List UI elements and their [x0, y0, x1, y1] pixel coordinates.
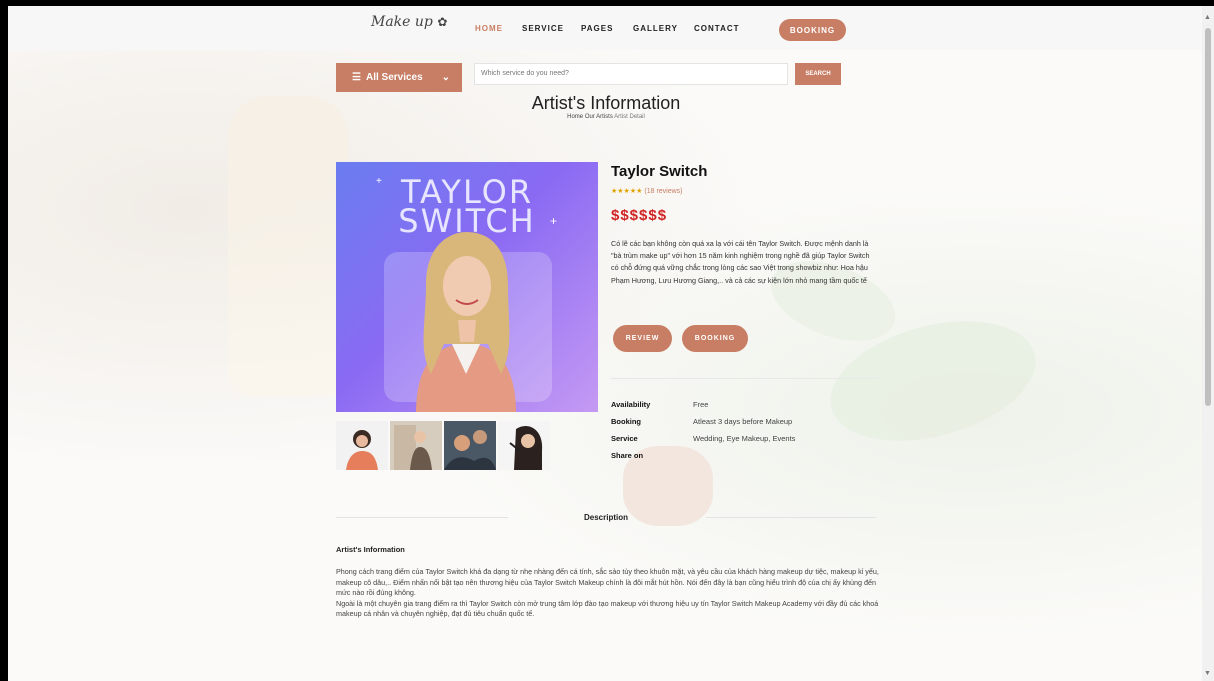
description-title: Artist's Information: [336, 545, 405, 554]
breadcrumb-artists[interactable]: Our Artists: [585, 114, 613, 120]
category-label: All Services: [365, 72, 423, 83]
thumbnail-gallery: [336, 421, 550, 470]
booking-label: Booking: [611, 417, 641, 426]
artist-summary: Có lẽ các bạn không còn quá xa lạ với cá…: [611, 239, 870, 285]
thumbnail-4[interactable]: [498, 421, 550, 470]
nav-service[interactable]: SERVICE: [522, 24, 564, 33]
scroll-down-icon[interactable]: ▼: [1204, 670, 1211, 677]
booking-button[interactable]: BOOKING: [682, 325, 748, 352]
description-paragraph-2: Ngoài là một chuyên gia trang điểm ra th…: [336, 598, 879, 619]
description-heading: Description: [583, 513, 628, 522]
thumbnail-3[interactable]: [444, 421, 496, 470]
service-label: Service: [611, 434, 638, 443]
page-title: Artist's Information: [531, 93, 681, 113]
nav-pages[interactable]: PAGES: [581, 24, 613, 33]
nav-contact[interactable]: CONTACT: [694, 24, 740, 33]
scroll-up-icon[interactable]: ▲: [1204, 14, 1211, 21]
price-level: $$$$$$: [611, 207, 668, 224]
thumbnail-1[interactable]: [336, 421, 388, 470]
search-input[interactable]: Which service do you need?: [474, 63, 788, 85]
top-navbar: Make up ✿ HOME SERVICE PAGES GALLERY CON…: [8, 6, 1202, 50]
chevron-down-icon: ⌄: [441, 72, 450, 83]
breadcrumb-current: Artist Detail: [614, 114, 645, 120]
nav-booking-button[interactable]: BOOKING: [779, 19, 846, 41]
all-services-dropdown[interactable]: ☰ All Services ⌄: [336, 63, 462, 92]
nav-home[interactable]: HOME: [475, 24, 503, 33]
divider: [611, 378, 879, 379]
scrollbar-thumb[interactable]: [1205, 28, 1211, 406]
availability-label: Availability: [611, 400, 651, 409]
nav-gallery[interactable]: GALLERY: [633, 24, 678, 33]
description-body: Phong cách trang điểm của Taylor Switch …: [336, 567, 882, 620]
rating: ★★★★★ (18 reviews): [611, 187, 683, 195]
breadcrumb: Home Our Artists Artist Detail: [336, 114, 876, 120]
thumbnail-2[interactable]: [390, 421, 442, 470]
menu-icon: ☰: [352, 72, 361, 83]
service-value: Wedding, Eye Makeup, Events: [693, 434, 796, 443]
share-label: Share on: [611, 451, 644, 460]
flower-icon: ✿: [437, 15, 448, 29]
review-button[interactable]: REVIEW: [613, 325, 672, 352]
vertical-scrollbar[interactable]: ▲ ▼: [1202, 6, 1214, 681]
availability-value: Free: [693, 400, 709, 409]
site-logo[interactable]: Make up ✿: [371, 14, 447, 30]
breadcrumb-home[interactable]: Home: [567, 114, 583, 120]
review-count[interactable]: (18 reviews): [644, 188, 682, 195]
star-rating-icon: ★★★★★: [611, 188, 643, 195]
artist-name: Taylor Switch: [611, 163, 708, 180]
booking-value: Atleast 3 days before Makeup: [693, 417, 793, 426]
artist-main-image: + + TAYLOR SWITCH: [336, 162, 598, 412]
description-paragraph-1: Phong cách trang điểm của Taylor Switch …: [336, 567, 879, 598]
search-button[interactable]: SEARCH: [795, 63, 841, 85]
artist-portrait: [416, 232, 516, 412]
